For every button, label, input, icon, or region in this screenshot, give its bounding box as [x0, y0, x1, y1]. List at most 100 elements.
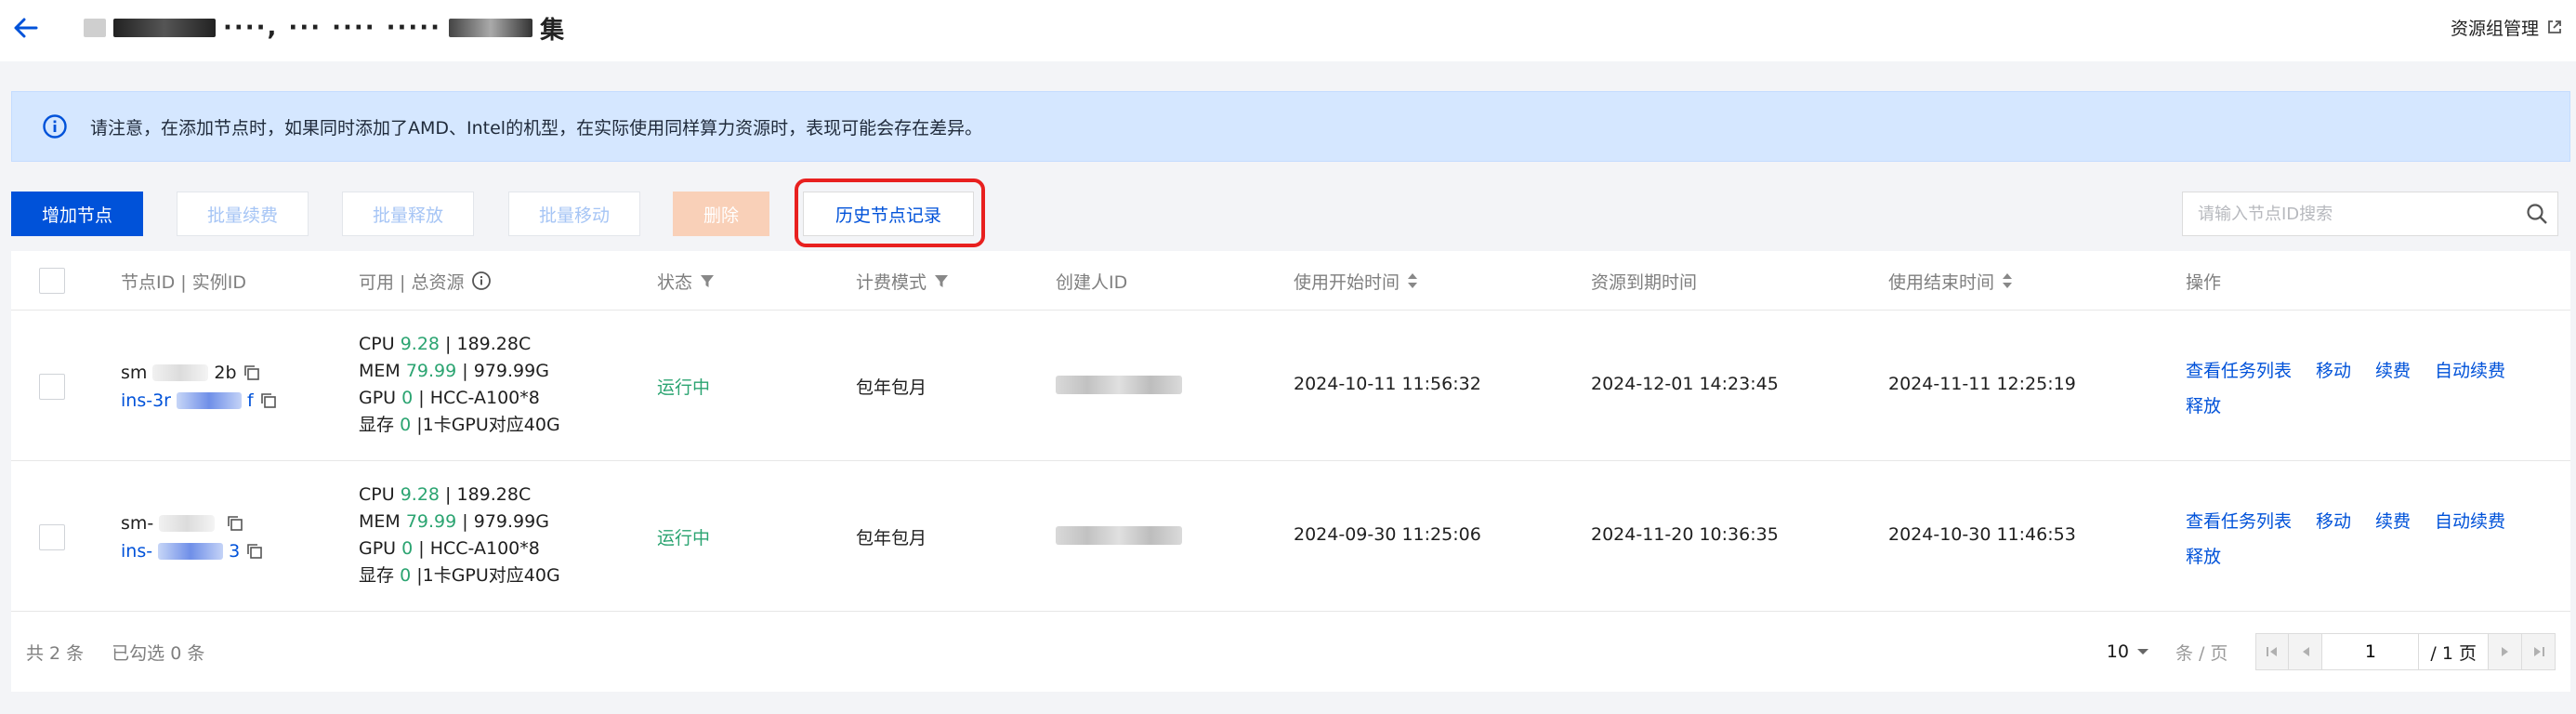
batch-move-button[interactable]: 批量移动: [508, 192, 640, 236]
page-title: ····, ··· ···· ····· 集: [84, 11, 566, 45]
title-redacted-text: ····, ··· ···· ·····: [223, 14, 442, 42]
instance-id-prefix[interactable]: ins-: [121, 537, 152, 565]
batch-renew-button[interactable]: 批量续费: [177, 192, 309, 236]
col-expire-label: 资源到期时间: [1591, 271, 1698, 293]
info-circle-icon[interactable]: [471, 271, 492, 291]
total-pages: / 1 页: [2419, 633, 2489, 670]
move-link[interactable]: 移动: [2316, 511, 2351, 532]
redacted-title-part: [113, 19, 216, 37]
row-checkbox[interactable]: [39, 524, 65, 550]
mem-total: | 979.99G: [462, 511, 549, 532]
col-node-id-label: 节点ID | 实例ID: [121, 271, 246, 293]
cpu-total: | 189.28C: [445, 484, 532, 505]
back-arrow-icon[interactable]: [7, 9, 45, 46]
auto-renew-link[interactable]: 自动续费: [2435, 511, 2505, 532]
move-link[interactable]: 移动: [2316, 361, 2351, 381]
vram-available: 0: [400, 565, 412, 586]
end-time: 2024-11-11 12:25:19: [1888, 374, 2076, 394]
page-size-select[interactable]: 10: [2107, 641, 2149, 662]
col-resources: 可用 | 总资源: [359, 251, 492, 311]
view-tasks-link[interactable]: 查看任务列表: [2186, 511, 2292, 532]
node-id-suffix: 2b: [214, 363, 237, 383]
batch-release-button[interactable]: 批量释放: [342, 192, 474, 236]
node-id-line: sm 2b: [121, 359, 278, 387]
sort-icon[interactable]: [2002, 272, 2013, 289]
cpu-available: 9.28: [400, 334, 440, 354]
node-id-cell: sm- ins- 3: [121, 509, 264, 565]
gpu-available: 0: [401, 538, 414, 559]
instance-id-suffix[interactable]: 3: [229, 537, 240, 565]
vram-available: 0: [400, 415, 412, 435]
instance-id-prefix[interactable]: ins-3r: [121, 387, 171, 415]
renew-link[interactable]: 续费: [2375, 361, 2411, 381]
instance-id-line[interactable]: ins- 3: [121, 537, 264, 565]
vram-label: 显存: [359, 565, 395, 586]
delete-button[interactable]: 删除: [673, 192, 769, 236]
resource-group-link-label: 资源组管理: [2450, 18, 2539, 39]
table-row: sm- ins- 3 CPU 9.28 | 189.28C MEM 79.99 …: [11, 461, 2570, 612]
cpu-label: CPU: [359, 334, 395, 354]
col-end-time[interactable]: 使用结束时间: [1888, 251, 2013, 311]
mem-label: MEM: [359, 511, 401, 532]
prev-page-button[interactable]: [2289, 633, 2323, 670]
redacted-title-part: [84, 19, 106, 37]
notice-text: 请注意，在添加节点时，如果同时添加了AMD、Intel的机型，在实际使用同样算力…: [90, 117, 983, 139]
resource-group-link[interactable]: 资源组管理: [2451, 13, 2563, 41]
redacted-creator-id: [1056, 376, 1182, 394]
per-page-label: 条 / 页: [2175, 642, 2228, 664]
last-page-button[interactable]: [2522, 633, 2556, 670]
release-link[interactable]: 释放: [2186, 547, 2221, 567]
instance-id-line[interactable]: ins-3r f: [121, 387, 278, 415]
notice-banner: 请注意，在添加节点时，如果同时添加了AMD、Intel的机型，在实际使用同样算力…: [11, 91, 2570, 162]
page-number-input[interactable]: [2322, 633, 2420, 670]
status-badge: 运行中: [657, 377, 711, 398]
renew-link[interactable]: 续费: [2375, 511, 2411, 532]
cpu-label: CPU: [359, 484, 395, 505]
redacted-instance-id: [176, 392, 242, 409]
next-page-button[interactable]: [2489, 633, 2522, 670]
copy-icon[interactable]: [259, 391, 278, 410]
col-start-label: 使用开始时间: [1294, 271, 1400, 293]
add-node-button[interactable]: 增加节点: [11, 192, 143, 236]
col-status[interactable]: 状态: [657, 251, 715, 311]
col-creator: 创建人ID: [1056, 251, 1127, 311]
filter-icon[interactable]: [700, 273, 715, 288]
first-page-button[interactable]: [2255, 633, 2290, 670]
billing-mode: 包年包月: [856, 528, 927, 549]
mem-label: MEM: [359, 361, 401, 381]
selected-count: 已勾选 0 条: [112, 642, 205, 664]
col-status-label: 状态: [657, 271, 693, 293]
col-end-label: 使用结束时间: [1888, 271, 1995, 293]
start-time: 2024-10-11 11:56:32: [1294, 374, 1481, 394]
sort-icon[interactable]: [1407, 272, 1418, 289]
auto-renew-link[interactable]: 自动续费: [2435, 361, 2505, 381]
select-all-checkbox[interactable]: [39, 268, 65, 294]
instance-id-suffix[interactable]: f: [247, 387, 254, 415]
prev-page-icon: [2302, 647, 2309, 656]
expire-time: 2024-11-20 10:36:35: [1591, 524, 1779, 545]
copy-icon[interactable]: [245, 542, 264, 561]
node-table: 节点ID | 实例ID 可用 | 总资源 状态 计费模式 创建人ID 使用开始时…: [11, 251, 2570, 692]
history-node-records-button[interactable]: 历史节点记录: [803, 192, 974, 236]
release-link[interactable]: 释放: [2186, 396, 2221, 416]
gpu-total: | HCC-A100*8: [418, 388, 540, 408]
table-header: 节点ID | 实例ID 可用 | 总资源 状态 计费模式 创建人ID 使用开始时…: [11, 251, 2570, 311]
selection-summary: 共 2 条 已勾选 0 条: [26, 640, 204, 665]
billing-mode: 包年包月: [856, 377, 927, 398]
row-checkbox[interactable]: [39, 374, 65, 400]
search-icon[interactable]: [2517, 193, 2557, 234]
copy-icon[interactable]: [243, 364, 261, 382]
node-search-input[interactable]: [2183, 192, 2517, 235]
start-time: 2024-09-30 11:25:06: [1294, 524, 1481, 545]
gpu-available: 0: [401, 388, 414, 408]
row-actions: 查看任务列表 移动 续费 自动续费 释放: [2186, 353, 2557, 424]
status-badge: 运行中: [657, 528, 711, 549]
view-tasks-link[interactable]: 查看任务列表: [2186, 361, 2292, 381]
col-billing[interactable]: 计费模式: [856, 251, 949, 311]
col-start-time[interactable]: 使用开始时间: [1294, 251, 1418, 311]
filter-icon[interactable]: [934, 273, 949, 288]
copy-icon[interactable]: [226, 514, 244, 533]
redacted-node-id: [152, 364, 209, 381]
col-resources-label: 可用 | 总资源: [359, 271, 465, 293]
mem-available: 79.99: [405, 361, 457, 381]
